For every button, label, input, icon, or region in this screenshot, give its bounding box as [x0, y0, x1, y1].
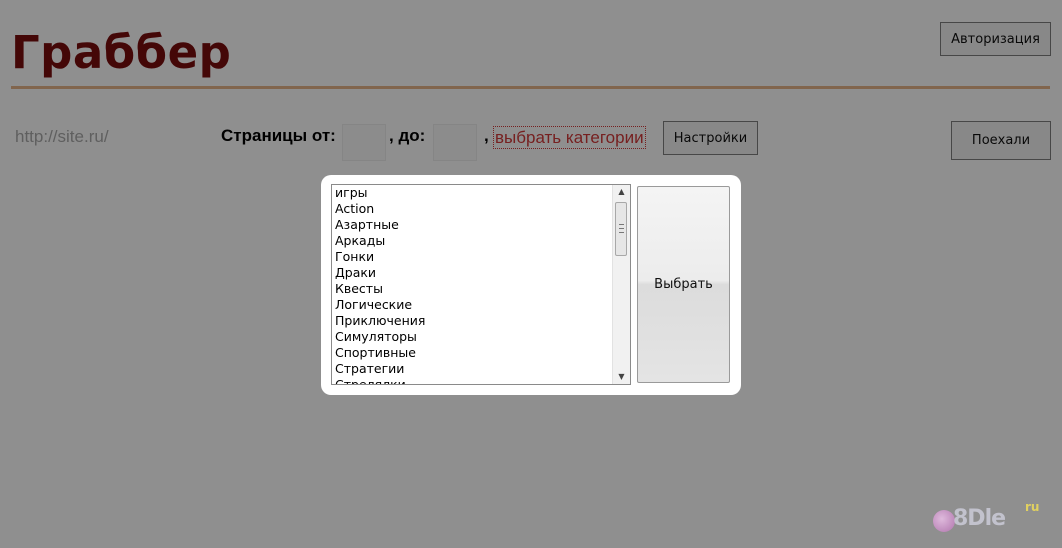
category-option[interactable]: Квесты [334, 281, 608, 297]
category-option[interactable]: Стрелялки [334, 377, 608, 384]
category-option[interactable]: игры [334, 185, 608, 201]
watermark-logo-icon [933, 510, 955, 532]
category-dialog: игры Action Азартные Аркады Гонки Драки Квесты… [321, 175, 741, 395]
grip-icon [619, 224, 624, 233]
scroll-up-arrow-icon[interactable]: ▲ [613, 185, 630, 199]
category-option[interactable]: Приключения [334, 313, 608, 329]
site-watermark: 8Dle ru [933, 500, 1048, 540]
category-option[interactable]: Гонки [334, 249, 608, 265]
category-option[interactable]: Азартные [334, 217, 608, 233]
category-listbox[interactable]: игры Action Азартные Аркады Гонки Драки Квесты… [331, 184, 631, 385]
scroll-thumb[interactable] [615, 202, 627, 256]
category-option[interactable]: Симуляторы [334, 329, 608, 345]
category-list: игры Action Азартные Аркады Гонки Драки Квесты… [334, 185, 608, 384]
listbox-scrollbar[interactable]: ▲ ▼ [612, 185, 630, 384]
watermark-text: 8Dle [953, 506, 1006, 531]
scroll-down-arrow-icon[interactable]: ▼ [613, 370, 630, 384]
category-option[interactable]: Стратегии [334, 361, 608, 377]
category-option[interactable]: Аркады [334, 233, 608, 249]
category-option[interactable]: Драки [334, 265, 608, 281]
watermark-suffix: ru [1025, 500, 1040, 514]
category-option[interactable]: Логические [334, 297, 608, 313]
category-option[interactable]: Action [334, 201, 608, 217]
category-option[interactable]: Спортивные [334, 345, 608, 361]
choose-button[interactable]: Выбрать [637, 186, 730, 383]
